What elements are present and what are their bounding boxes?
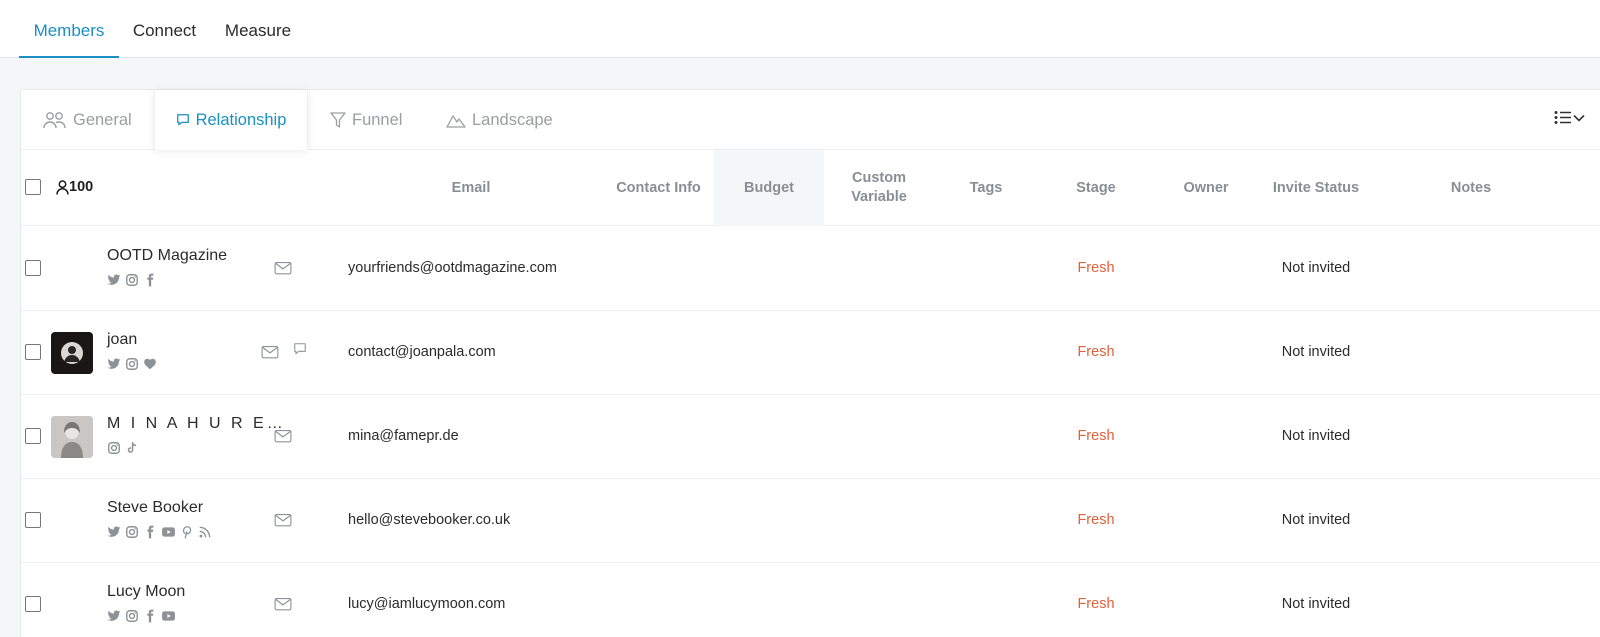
member-email: lucy@iamlucymoon.com	[348, 596, 506, 612]
social-links	[107, 441, 139, 455]
tab-landscape[interactable]: Landscape	[446, 90, 566, 150]
tab-measure[interactable]: Measure	[218, 0, 298, 58]
pinterest-icon[interactable]	[180, 525, 194, 539]
table-row[interactable]: joan contact@joanpala.com Fresh Not invi…	[21, 311, 1600, 395]
member-count-value: 100	[69, 179, 94, 195]
stage-value[interactable]: Fresh	[1056, 512, 1136, 528]
member-email: mina@famepr.de	[348, 428, 459, 444]
view-tabs: General Relationship Funnel Landscape	[21, 90, 1600, 150]
column-owner[interactable]: Owner	[1166, 150, 1246, 226]
avatar	[51, 332, 93, 374]
stage-value[interactable]: Fresh	[1056, 344, 1136, 360]
youtube-icon[interactable]	[161, 609, 176, 623]
row-checkbox[interactable]	[25, 344, 41, 360]
column-invite-status[interactable]: Invite Status	[1256, 150, 1376, 226]
mail-icon[interactable]	[261, 345, 279, 360]
social-links	[107, 525, 212, 539]
invite-status-value: Not invited	[1281, 344, 1351, 360]
facebook-icon[interactable]	[143, 609, 157, 623]
twitter-icon[interactable]	[107, 609, 121, 623]
heart-icon[interactable]	[143, 357, 157, 371]
chevron-down-icon	[1573, 114, 1585, 122]
member-email: hello@stevebooker.co.uk	[348, 512, 511, 528]
invite-status-value: Not invited	[1281, 512, 1351, 528]
instagram-icon[interactable]	[125, 273, 139, 287]
member-email: contact@joanpala.com	[348, 344, 496, 360]
row-checkbox[interactable]	[25, 512, 41, 528]
select-all-checkbox[interactable]	[25, 179, 41, 195]
column-custom-variable-line2: Variable	[851, 189, 907, 205]
social-links	[107, 273, 157, 287]
facebook-icon[interactable]	[143, 525, 157, 539]
stage-value[interactable]: Fresh	[1056, 428, 1136, 444]
instagram-icon[interactable]	[125, 525, 139, 539]
table-header: 100 Email Contact Info Budget Custom Var…	[21, 150, 1600, 226]
facebook-icon[interactable]	[143, 273, 157, 287]
member-name[interactable]: Lucy Moon	[107, 583, 185, 601]
member-name[interactable]: joan	[107, 331, 137, 349]
instagram-icon[interactable]	[125, 609, 139, 623]
twitter-icon[interactable]	[107, 525, 121, 539]
mail-icon[interactable]	[274, 513, 292, 528]
column-custom-variable[interactable]: Custom Variable	[824, 150, 934, 226]
person-icon	[56, 179, 69, 195]
column-budget[interactable]: Budget	[714, 150, 824, 226]
mail-icon[interactable]	[274, 429, 292, 444]
rss-icon[interactable]	[198, 525, 212, 539]
people-icon	[43, 112, 66, 129]
twitter-icon[interactable]	[107, 273, 121, 287]
tab-members[interactable]: Members	[19, 0, 119, 58]
member-email: yourfriends@ootdmagazine.com	[348, 260, 557, 276]
tab-relationship[interactable]: Relationship	[154, 90, 308, 150]
tab-relationship-label: Relationship	[195, 110, 287, 129]
avatar	[51, 416, 93, 458]
row-checkbox[interactable]	[25, 596, 41, 612]
tab-connect[interactable]: Connect	[127, 0, 202, 58]
funnel-icon	[330, 111, 346, 128]
table-row[interactable]: Steve Booker hello@stevebooker.co.uk Fre…	[21, 479, 1600, 563]
view-options-button[interactable]	[1554, 110, 1585, 125]
tab-funnel[interactable]: Funnel	[330, 90, 420, 150]
column-email[interactable]: Email	[411, 150, 531, 226]
column-notes[interactable]: Notes	[1431, 150, 1511, 226]
list-icon	[1554, 111, 1571, 124]
instagram-icon[interactable]	[107, 441, 121, 455]
mail-icon[interactable]	[274, 261, 292, 276]
column-stage[interactable]: Stage	[1056, 150, 1136, 226]
invite-status-value: Not invited	[1281, 428, 1351, 444]
member-name[interactable]: M I N A H U R E…	[107, 415, 286, 433]
table-row[interactable]: M I N A H U R E… mina@famepr.de Fresh No…	[21, 395, 1600, 479]
twitter-icon[interactable]	[107, 357, 121, 371]
member-name[interactable]: OOTD Magazine	[107, 247, 227, 265]
stage-value[interactable]: Fresh	[1056, 260, 1136, 276]
tab-landscape-label: Landscape	[472, 110, 553, 129]
invite-status-value: Not invited	[1281, 596, 1351, 612]
mountain-icon	[446, 115, 466, 128]
instagram-icon[interactable]	[125, 357, 139, 371]
column-contact-info[interactable]: Contact Info	[601, 150, 716, 226]
row-checkbox[interactable]	[25, 260, 41, 276]
column-tags[interactable]: Tags	[946, 150, 1026, 226]
tab-general[interactable]: General	[43, 90, 153, 150]
invite-status-value: Not invited	[1281, 260, 1351, 276]
members-panel: General Relationship Funnel Landscape 10…	[20, 89, 1600, 637]
youtube-icon[interactable]	[161, 525, 176, 539]
chat-bubble-icon[interactable]	[293, 342, 307, 356]
tab-general-label: General	[73, 110, 132, 129]
stage-value[interactable]: Fresh	[1056, 596, 1136, 612]
column-custom-variable-line1: Custom	[852, 170, 906, 186]
top-navigation: Members Connect Measure	[0, 0, 1600, 58]
table-row[interactable]: Lucy Moon lucy@iamlucymoon.com Fresh Not…	[21, 563, 1600, 637]
social-links	[107, 357, 157, 371]
row-checkbox[interactable]	[25, 428, 41, 444]
table-row[interactable]: OOTD Magazine yourfriends@ootdmagazine.c…	[21, 227, 1600, 311]
mail-icon[interactable]	[274, 597, 292, 612]
social-links	[107, 609, 176, 623]
member-count: 100	[56, 179, 93, 195]
chat-bubble-icon	[176, 114, 189, 126]
tiktok-icon[interactable]	[125, 441, 139, 455]
tab-funnel-label: Funnel	[352, 110, 403, 129]
member-name[interactable]: Steve Booker	[107, 499, 203, 517]
